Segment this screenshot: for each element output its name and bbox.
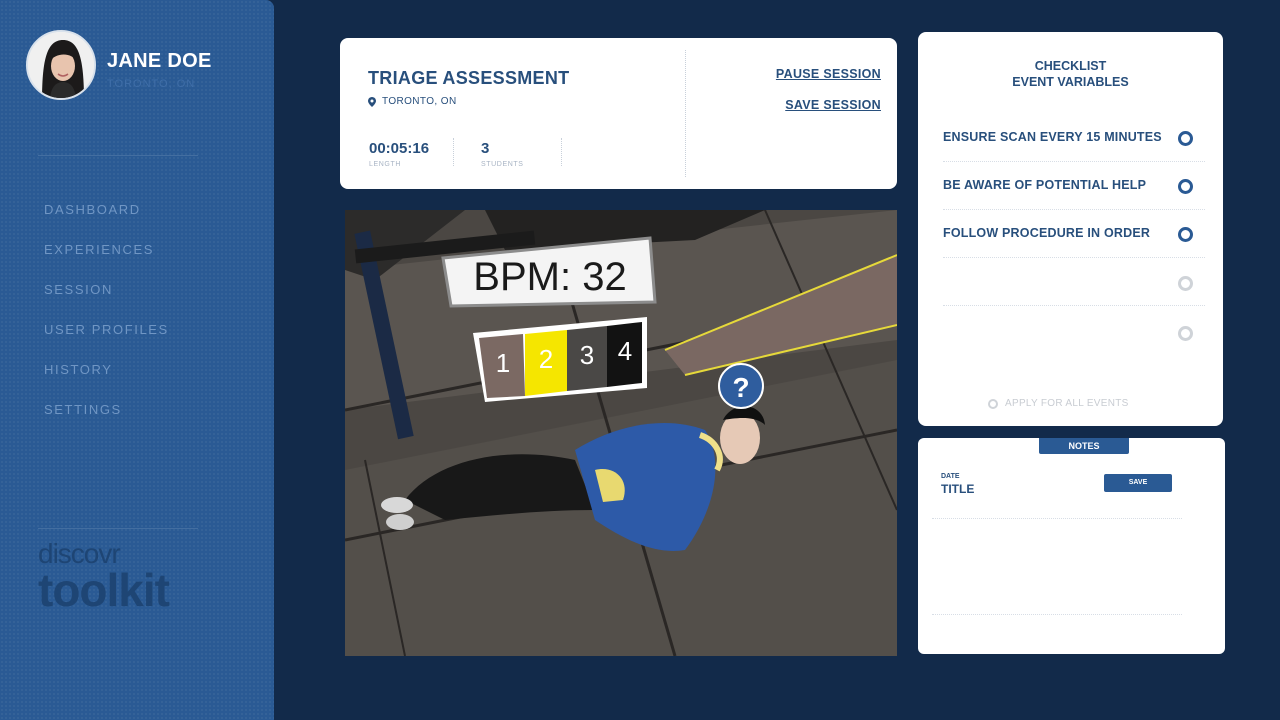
card-divider [685, 50, 686, 177]
triage-level-4-label: 4 [618, 336, 632, 366]
stat-divider [561, 138, 562, 166]
notes-save-button[interactable]: SAVE [1104, 474, 1172, 492]
brand-logo-line2: toolkit [38, 564, 170, 616]
apply-all-events-option[interactable]: APPLY FOR ALL EVENTS [988, 398, 1129, 409]
checklist-item-radio[interactable] [1178, 227, 1193, 242]
session-location-text: TORONTO, ON [382, 96, 457, 107]
checklist-item-radio[interactable] [1178, 326, 1193, 341]
session-location: TORONTO, ON [368, 96, 457, 107]
checklist-item[interactable]: BE AWARE OF POTENTIAL HELP [943, 162, 1205, 210]
checklist-title-line1: CHECKLIST [1034, 59, 1107, 73]
checklist-item-radio[interactable] [1178, 179, 1193, 194]
simulation-scene: BPM: 32 1 2 3 4 ? [345, 210, 897, 656]
nav-item-history[interactable]: HISTORY [44, 362, 169, 402]
checklist-item-radio[interactable] [1178, 131, 1193, 146]
notes-card: NOTES DATE TITLE SAVE [918, 438, 1225, 654]
stat-divider [453, 138, 454, 166]
brand-logo: discovr toolkit [38, 540, 170, 616]
avatar-image [28, 32, 94, 98]
help-bubble-icon[interactable]: ? [718, 363, 764, 409]
checklist-item[interactable] [943, 258, 1205, 306]
session-length-stat: 00:05:16 LENGTH [369, 140, 429, 168]
help-symbol: ? [732, 372, 749, 403]
triage-level-2-label: 2 [539, 344, 553, 374]
session-title: TRIAGE ASSESSMENT [368, 68, 570, 88]
nav-item-session[interactable]: SESSION [44, 282, 169, 322]
notes-title-label[interactable]: TITLE [941, 482, 974, 496]
sidebar-divider-bottom [38, 528, 198, 529]
sidebar-nav: DASHBOARD EXPERIENCES SESSION USER PROFI… [44, 202, 169, 442]
checklist-title: CHECKLIST EVENT VARIABLES [918, 58, 1223, 90]
checklist-item[interactable] [943, 308, 1205, 356]
apply-all-radio[interactable] [988, 398, 998, 409]
pause-session-button[interactable]: PAUSE SESSION [776, 67, 881, 81]
session-card: TRIAGE ASSESSMENT TORONTO, ON 00:05:16 L… [340, 38, 897, 189]
checklist-item-label: FOLLOW PROCEDURE IN ORDER [943, 226, 1151, 240]
checklist-item-label: ENSURE SCAN EVERY 15 MINUTES [943, 130, 1162, 144]
session-students-label: STUDENTS [481, 161, 524, 168]
user-location: TORONTO, ON [107, 78, 196, 90]
checklist-item-label: BE AWARE OF POTENTIAL HELP [943, 178, 1147, 192]
notes-date-label: DATE [941, 473, 960, 480]
simulation-viewport[interactable]: BPM: 32 1 2 3 4 ? [345, 210, 897, 656]
session-length-value: 00:05:16 [369, 140, 430, 157]
session-students-stat: 3 STUDENTS [481, 140, 524, 168]
notes-divider [932, 614, 1182, 615]
location-pin-icon [368, 96, 376, 107]
checklist-card: CHECKLIST EVENT VARIABLES ENSURE SCAN EV… [918, 32, 1223, 426]
nav-item-dashboard[interactable]: DASHBOARD [44, 202, 169, 242]
sidebar: JANE DOE TORONTO, ON DASHBOARD EXPERIENC… [0, 0, 274, 720]
notes-divider [932, 518, 1182, 519]
checklist-title-line2: EVENT VARIABLES [1012, 75, 1129, 89]
sidebar-divider [38, 155, 198, 156]
save-session-button[interactable]: SAVE SESSION [785, 98, 881, 112]
triage-level-1-label: 1 [496, 348, 510, 378]
bpm-readout: BPM: 32 [473, 255, 626, 299]
checklist-item-radio[interactable] [1178, 276, 1193, 291]
user-avatar[interactable] [26, 30, 96, 100]
checklist-item[interactable]: ENSURE SCAN EVERY 15 MINUTES [943, 114, 1205, 162]
notes-tab[interactable]: NOTES [1039, 438, 1129, 454]
nav-item-settings[interactable]: SETTINGS [44, 402, 169, 442]
apply-all-label: APPLY FOR ALL EVENTS [1005, 398, 1129, 409]
checklist-item[interactable]: FOLLOW PROCEDURE IN ORDER [943, 210, 1205, 258]
user-name: JANE DOE [107, 50, 212, 72]
triage-level-3-label: 3 [580, 340, 594, 370]
session-length-label: LENGTH [369, 161, 401, 168]
nav-item-user-profiles[interactable]: USER PROFILES [44, 322, 169, 362]
nav-item-experiences[interactable]: EXPERIENCES [44, 242, 169, 282]
session-students-value: 3 [481, 140, 490, 157]
